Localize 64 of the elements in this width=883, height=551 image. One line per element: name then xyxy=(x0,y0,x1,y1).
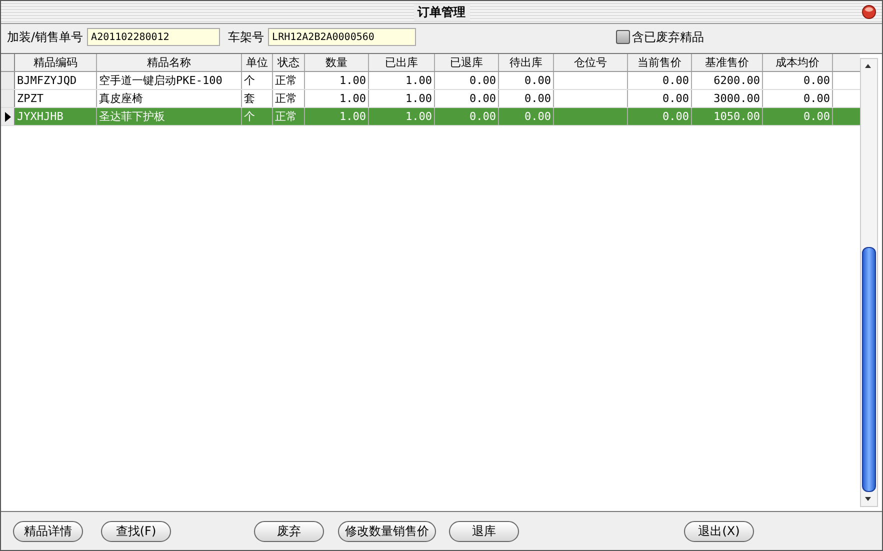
table-cell: ZPZT xyxy=(15,90,97,107)
checkbox[interactable] xyxy=(616,30,630,44)
action-button[interactable]: 废弃 xyxy=(254,520,324,542)
table-cell: 个 xyxy=(242,108,273,125)
column-header[interactable]: 精品编码 xyxy=(15,54,97,71)
table-cell: 正常 xyxy=(273,90,305,107)
table-cell: 套 xyxy=(242,90,273,107)
table-cell: 0.00 xyxy=(499,72,554,89)
table-cell: 0.00 xyxy=(435,90,499,107)
table-cell: 1.00 xyxy=(305,90,369,107)
action-button[interactable]: 修改数量销售价 xyxy=(338,520,436,542)
table-cell: 1050.00 xyxy=(692,108,763,125)
table-cell: 0.00 xyxy=(628,90,692,107)
row-header[interactable] xyxy=(1,108,15,125)
table-cell: JYXHJHB xyxy=(15,108,97,125)
table-cell: 1.00 xyxy=(369,90,435,107)
table-row[interactable]: BJMFZYJQD 空手道一键启动PKE-100 个 正常 1.00 1.00 0.00 0.00 0.00 6200.00 0.00 xyxy=(1,72,860,90)
action-button[interactable]: 退出(X) xyxy=(684,520,754,542)
column-header[interactable]: 精品名称 xyxy=(97,54,242,71)
table-cell: 6200.00 xyxy=(692,72,763,89)
table-cell: 1.00 xyxy=(305,72,369,89)
column-header[interactable]: 状态 xyxy=(273,54,305,71)
action-button[interactable]: 精品详情 xyxy=(13,520,83,542)
table-cell: 0.00 xyxy=(763,72,833,89)
table-cell: 0.00 xyxy=(499,108,554,125)
checkbox-label: 含已废弃精品 xyxy=(632,28,704,46)
action-button[interactable]: 查找(F) xyxy=(101,520,171,542)
action-button[interactable]: 退库 xyxy=(449,520,519,542)
column-header[interactable]: 基准售价 xyxy=(692,54,763,71)
column-header[interactable]: 仓位号 xyxy=(554,54,628,71)
table-cell: 1.00 xyxy=(305,108,369,125)
column-header[interactable]: 成本均价 xyxy=(763,54,833,71)
scrollbar-thumb[interactable] xyxy=(862,246,876,492)
window-title: 订单管理 xyxy=(414,4,470,20)
table-cell: 0.00 xyxy=(435,72,499,89)
table-cell: 0.00 xyxy=(628,72,692,89)
table-cell: 1.00 xyxy=(369,72,435,89)
table-cell: 圣达菲下护板 xyxy=(97,108,242,125)
table-cell: 空手道一键启动PKE-100 xyxy=(97,72,242,89)
table-cell: 正常 xyxy=(273,72,305,89)
frame-number-field[interactable]: LRH12A2B2A0000560 xyxy=(268,28,416,46)
table-cell: 3000.00 xyxy=(692,90,763,107)
order-number-field[interactable]: A201102280012 xyxy=(87,28,220,46)
table-cell: 0.00 xyxy=(628,108,692,125)
order-number-label: 加装/销售单号 xyxy=(7,28,84,46)
table-cell: 0.00 xyxy=(499,90,554,107)
row-pointer-icon xyxy=(4,112,10,122)
table-cell: 真皮座椅 xyxy=(97,90,242,107)
scrollbar[interactable] xyxy=(860,58,878,507)
column-header[interactable]: 已退库 xyxy=(435,54,499,71)
column-header[interactable]: 数量 xyxy=(305,54,369,71)
column-header[interactable]: 当前售价 xyxy=(628,54,692,71)
column-header[interactable]: 待出库 xyxy=(499,54,554,71)
frame-number-label: 车架号 xyxy=(228,28,264,46)
close-icon[interactable] xyxy=(862,5,876,19)
table-cell: 0.00 xyxy=(763,108,833,125)
table-cell: 个 xyxy=(242,72,273,89)
table-cell: BJMFZYJQD xyxy=(15,72,97,89)
column-header[interactable]: 单位 xyxy=(242,54,273,71)
table-cell: 0.00 xyxy=(435,108,499,125)
table-cell: 正常 xyxy=(273,108,305,125)
table-cell: 1.00 xyxy=(369,108,435,125)
column-header[interactable]: 已出库 xyxy=(369,54,435,71)
table-cell: 0.00 xyxy=(763,90,833,107)
